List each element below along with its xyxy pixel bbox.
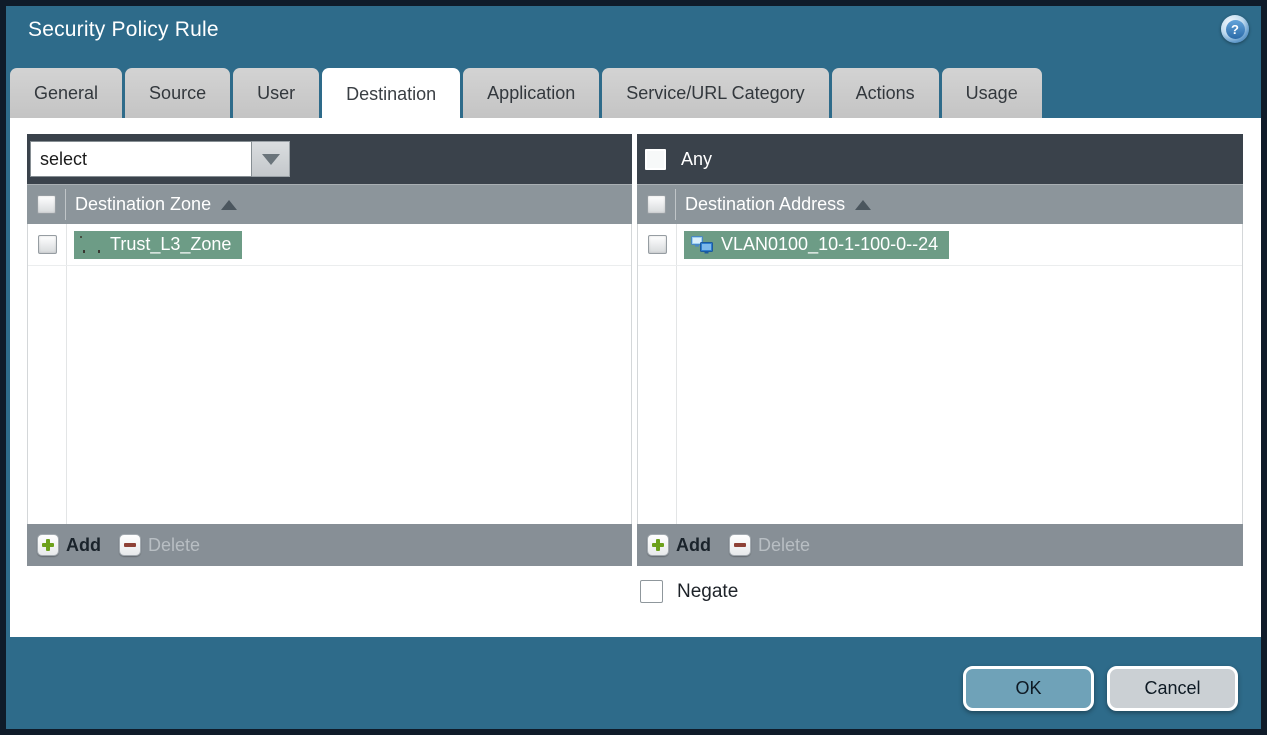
address-table-rows: VLAN0100_10-1-100-0--24 [637,224,1243,524]
zone-column-header-label: Destination Zone [75,194,212,214]
cancel-button[interactable]: Cancel [1107,666,1238,711]
zone-column-header[interactable]: Destination Zone [65,194,238,215]
dialog-window: Security Policy Rule ? General Source Us… [0,0,1267,735]
zone-add-label[interactable]: Add [66,535,101,556]
sort-ascending-icon [221,199,238,210]
address-row-checkbox[interactable] [647,235,667,254]
help-icon[interactable]: ? [1221,15,1249,43]
zone-type-select[interactable]: select [30,141,290,177]
any-label: Any [681,148,713,169]
dialog-title: Security Policy Rule [28,18,219,41]
destination-zone-panel: select Destination Zone Trust_L3_Zone Ad… [27,134,632,566]
zone-tag-label: Trust_L3_Zone [110,234,232,254]
address-select-all-checkbox[interactable] [646,195,666,214]
column-divider [65,189,66,220]
address-delete-label: Delete [758,534,811,555]
zone-barricade-icon [81,237,102,253]
zone-type-select-button[interactable] [252,141,290,177]
address-tag[interactable]: VLAN0100_10-1-100-0--24 [684,230,950,259]
tab-application[interactable]: Application [463,68,600,118]
tab-service-url-category[interactable]: Service/URL Category [602,68,829,118]
address-row[interactable]: VLAN0100_10-1-100-0--24 [638,224,1242,266]
column-divider [66,224,67,524]
any-checkbox[interactable] [645,148,666,170]
address-add-label[interactable]: Add [676,535,711,556]
zone-delete-button[interactable]: Delete [119,534,200,556]
address-add-button[interactable]: Add [647,534,729,556]
address-tag-label: VLAN0100_10-1-100-0--24 [721,234,939,254]
add-plus-icon[interactable] [647,534,669,556]
tab-destination[interactable]: Destination [322,68,461,120]
delete-minus-icon[interactable] [119,534,141,556]
zone-row[interactable]: Trust_L3_Zone [28,224,631,266]
address-panel-footer: Add Delete [637,524,1243,566]
column-divider [676,224,677,524]
zone-type-select-value[interactable]: select [30,141,252,177]
any-toggle: Any [645,134,712,184]
negate-toggle: Negate [640,580,738,603]
address-header-checkbox-cell [637,195,675,214]
zone-table-rows: Trust_L3_Zone [27,224,632,524]
address-column-header[interactable]: Destination Address [675,194,872,215]
negate-checkbox[interactable] [640,580,663,603]
tab-general[interactable]: General [10,68,123,118]
help-glyph: ? [1225,19,1245,39]
zone-panel-footer: Add Delete [27,524,632,566]
tab-usage[interactable]: Usage [941,68,1042,118]
address-row-checkbox-cell [638,235,676,254]
sort-ascending-icon [855,199,872,210]
zone-tag[interactable]: Trust_L3_Zone [74,230,243,259]
tab-user[interactable]: User [233,68,320,118]
destination-address-panel: Any Destination Address VLAN0100_10-1-10… [637,134,1243,566]
delete-minus-icon[interactable] [729,534,751,556]
ok-button[interactable]: OK [963,666,1094,711]
zone-select-all-checkbox[interactable] [36,195,56,214]
add-plus-icon[interactable] [37,534,59,556]
address-panel-toolbar: Any [637,134,1243,184]
tab-source[interactable]: Source [125,68,231,118]
negate-label: Negate [677,580,739,602]
destination-tab-body: select Destination Zone Trust_L3_Zone Ad… [10,118,1261,637]
network-computers-icon [691,235,713,253]
tab-actions[interactable]: Actions [831,68,939,118]
address-column-header-label: Destination Address [685,194,846,214]
zone-table-header: Destination Zone [27,184,632,224]
zone-row-checkbox-cell [28,235,66,254]
column-divider [675,189,676,220]
zone-row-checkbox[interactable] [37,235,57,254]
address-table-header: Destination Address [637,184,1243,224]
zone-panel-toolbar: select [27,134,632,184]
security-policy-rule-dialog: Security Policy Rule ? General Source Us… [6,6,1261,729]
chevron-down-icon [261,153,280,165]
tab-bar: General Source User Destination Applicat… [10,68,1042,120]
zone-add-button[interactable]: Add [37,534,119,556]
address-delete-button[interactable]: Delete [729,534,810,556]
zone-header-checkbox-cell [27,195,65,214]
zone-delete-label: Delete [148,534,201,555]
